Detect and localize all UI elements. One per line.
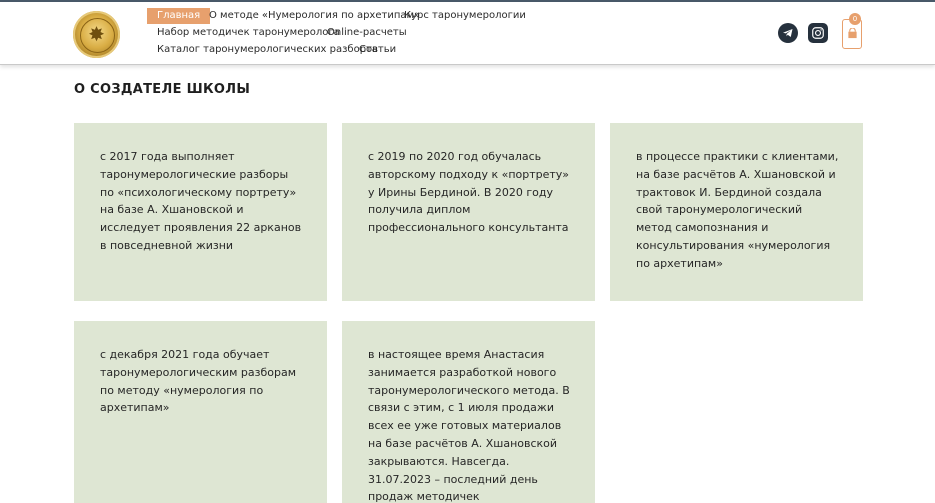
card-text: в настоящее время Анастасия занимается р…	[368, 348, 570, 503]
logo-emblem-icon: ✸	[88, 22, 105, 46]
instagram-icon[interactable]	[808, 23, 828, 43]
site-header: ✸ Главная О методе «Нумерология по архет…	[0, 2, 935, 65]
card-text: в процессе практики с клиентами, на базе…	[636, 150, 839, 270]
info-card: с 2017 года выполняет таронумерологическ…	[74, 123, 327, 301]
info-card: в процессе практики с клиентами, на базе…	[610, 123, 863, 301]
card-text: с декабря 2021 года обучает таронумероло…	[100, 348, 297, 415]
nav-home[interactable]: Главная	[147, 8, 211, 24]
section-title: О СОЗДАТЕЛЕ ШКОЛЫ	[74, 82, 251, 97]
instagram-glyph	[812, 27, 824, 39]
info-card: в настоящее время Анастасия занимается р…	[342, 321, 595, 503]
cart-count-badge: 0	[849, 13, 861, 25]
nav-online-calc[interactable]: Online-расчеты	[327, 25, 407, 41]
nav-about-method[interactable]: О методе «Нумерология по архетипам»	[209, 8, 420, 24]
cart-bag-icon	[848, 28, 857, 39]
telegram-glyph	[783, 29, 793, 37]
school-logo[interactable]: ✸	[73, 11, 120, 58]
nav-articles[interactable]: Статьи	[359, 42, 396, 58]
info-card: с 2019 по 2020 год обучалась авторскому …	[342, 123, 595, 301]
nav-methodics-set[interactable]: Набор методичек таронумеролога	[157, 25, 340, 41]
nav-course[interactable]: Курс таронумерологии	[404, 8, 526, 24]
card-text: с 2019 по 2020 год обучалась авторскому …	[368, 150, 570, 235]
card-text: с 2017 года выполняет таронумерологическ…	[100, 150, 302, 252]
nav-catalog[interactable]: Каталог таронумерологических разборов	[157, 42, 378, 58]
telegram-icon[interactable]	[778, 23, 798, 43]
info-card: с декабря 2021 года обучает таронумероло…	[74, 321, 327, 503]
